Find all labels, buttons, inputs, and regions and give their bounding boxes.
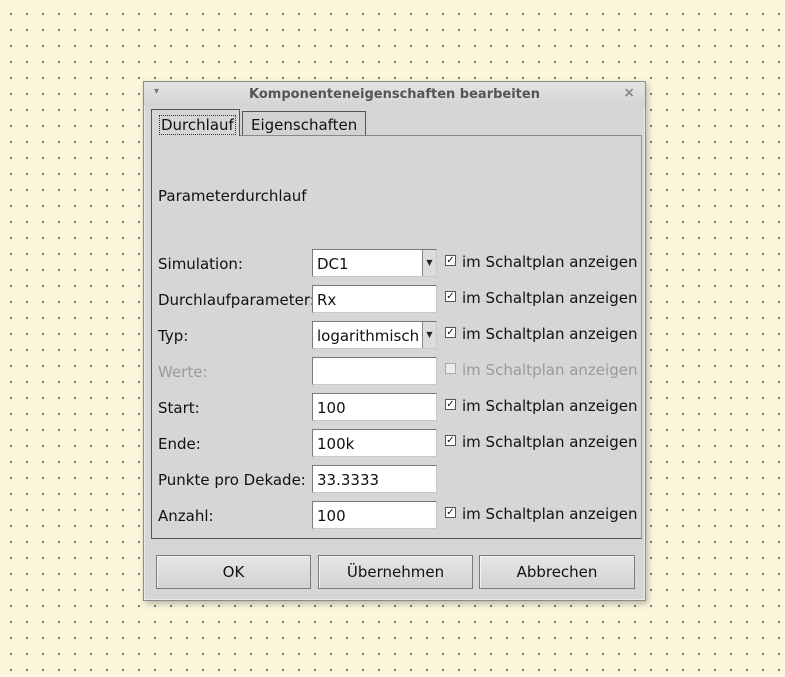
dialog-title: Komponenteneigenschaften bearbeiten <box>249 87 540 102</box>
row-simulation: Simulation: DC1 ▼ ✓ im Schaltplan anzeig… <box>152 249 641 277</box>
ok-button[interactable]: OK <box>156 555 311 589</box>
section-title: Parameterdurchlauf <box>158 187 307 205</box>
simulation-value: DC1 <box>317 255 349 273</box>
cancel-button[interactable]: Abbrechen <box>479 555 635 589</box>
row-points-per-decade: Punkte pro Dekade: 33.3333 <box>152 465 641 493</box>
row-count: Anzahl: 100 ✓ im Schaltplan anzeigen <box>152 501 641 529</box>
tab-durchlauf[interactable]: Durchlauf <box>151 109 240 136</box>
edit-component-properties-dialog: ▾ Komponenteneigenschaften bearbeiten × … <box>143 81 646 601</box>
close-icon[interactable]: × <box>623 85 635 101</box>
simulation-combobox[interactable]: DC1 ▼ <box>312 249 437 277</box>
simulation-show-checkbox[interactable]: ✓ <box>445 255 456 266</box>
sweep-parameter-input[interactable]: Rx <box>312 285 437 313</box>
start-show-checkbox[interactable]: ✓ <box>445 399 456 410</box>
count-input[interactable]: 100 <box>312 501 437 529</box>
tab-eigenschaften-label: Eigenschaften <box>251 116 358 134</box>
stop-show-label[interactable]: im Schaltplan anzeigen <box>462 433 637 451</box>
row-start: Start: 100 ✓ im Schaltplan anzeigen <box>152 393 641 421</box>
start-input[interactable]: 100 <box>312 393 437 421</box>
count-show-checkbox[interactable]: ✓ <box>445 507 456 518</box>
tab-eigenschaften[interactable]: Eigenschaften <box>242 111 366 136</box>
count-label: Anzahl: <box>158 507 214 525</box>
count-show-label[interactable]: im Schaltplan anzeigen <box>462 505 637 523</box>
dialog-titlebar[interactable]: ▾ Komponenteneigenschaften bearbeiten × <box>144 82 645 106</box>
type-show-label[interactable]: im Schaltplan anzeigen <box>462 325 637 343</box>
start-show-label[interactable]: im Schaltplan anzeigen <box>462 397 637 415</box>
tab-durchlauf-label: Durchlauf <box>159 115 236 135</box>
points-per-decade-label: Punkte pro Dekade: <box>158 471 306 489</box>
apply-button[interactable]: Übernehmen <box>318 555 473 589</box>
stop-input[interactable]: 100k <box>312 429 437 457</box>
values-input[interactable] <box>312 357 437 385</box>
start-label: Start: <box>158 399 200 417</box>
row-sweep-parameter: Durchlaufparameter: Rx ✓ im Schaltplan a… <box>152 285 641 313</box>
row-stop: Ende: 100k ✓ im Schaltplan anzeigen <box>152 429 641 457</box>
sweep-parameter-show-label[interactable]: im Schaltplan anzeigen <box>462 289 637 307</box>
type-show-checkbox[interactable]: ✓ <box>445 327 456 338</box>
simulation-show-label[interactable]: im Schaltplan anzeigen <box>462 253 637 271</box>
values-show-label: im Schaltplan anzeigen <box>462 361 638 379</box>
type-combobox[interactable]: logarithmisch ▼ <box>312 321 437 349</box>
points-per-decade-input[interactable]: 33.3333 <box>312 465 437 493</box>
type-value: logarithmisch <box>317 327 420 345</box>
type-label: Typ: <box>158 327 189 345</box>
values-label: Werte: <box>158 363 208 381</box>
stop-label: Ende: <box>158 435 201 453</box>
values-show-checkbox <box>445 363 456 374</box>
sweep-panel: Parameterdurchlauf Simulation: DC1 ▼ ✓ i… <box>151 135 642 539</box>
stop-show-checkbox[interactable]: ✓ <box>445 435 456 446</box>
simulation-label: Simulation: <box>158 255 243 273</box>
sweep-parameter-label: Durchlaufparameter: <box>158 291 315 309</box>
row-values: Werte: im Schaltplan anzeigen <box>152 357 641 385</box>
row-type: Typ: logarithmisch ▼ ✓ im Schaltplan anz… <box>152 321 641 349</box>
sweep-parameter-show-checkbox[interactable]: ✓ <box>445 291 456 302</box>
chevron-down-icon[interactable]: ▼ <box>422 250 436 276</box>
chevron-down-icon[interactable]: ▼ <box>422 322 436 348</box>
